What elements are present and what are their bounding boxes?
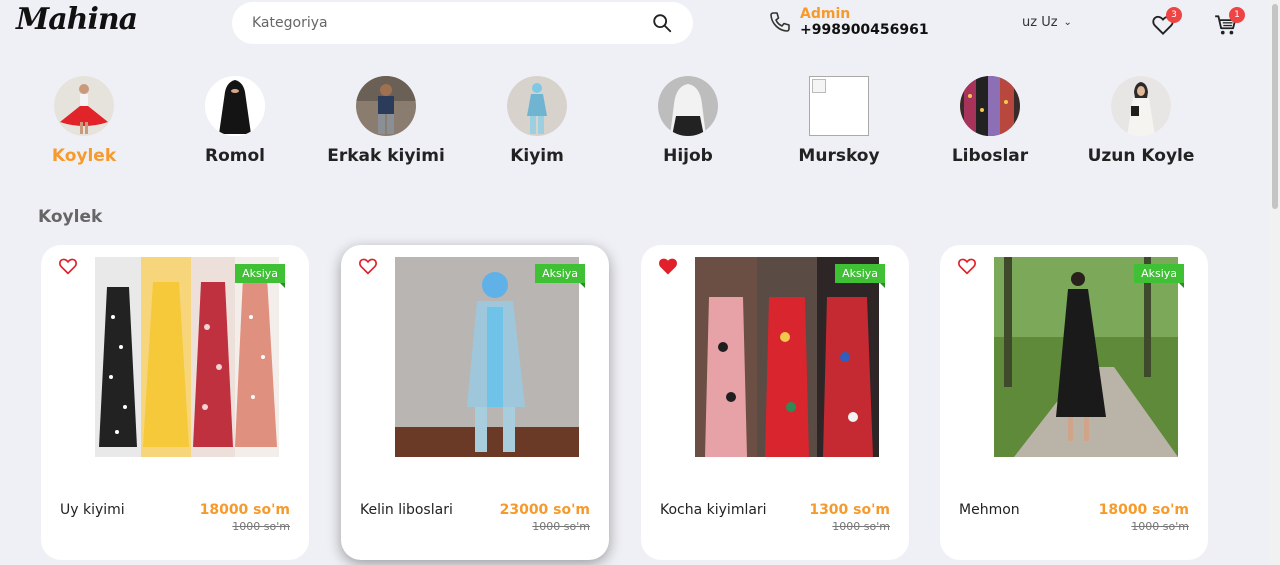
cart-button[interactable]: 1: [1213, 7, 1245, 38]
product-image[interactable]: [695, 257, 879, 457]
category-label: Romol: [205, 146, 265, 166]
search-icon[interactable]: [651, 12, 673, 34]
category-label: Hijob: [663, 146, 713, 166]
page-scrollbar[interactable]: [1270, 0, 1280, 565]
product-name[interactable]: Kocha kiyimlari: [660, 502, 767, 518]
product-name[interactable]: Mehmon: [959, 502, 1020, 518]
contact-info: Admin +998900456961: [768, 6, 929, 38]
category-uzun-koyle[interactable]: Uzun Koyle: [1061, 76, 1221, 166]
category-image: [54, 76, 114, 136]
product-old-price: 1000 so'm: [532, 520, 590, 533]
product-image[interactable]: [994, 257, 1178, 457]
wishlist-count-badge: 3: [1166, 7, 1182, 23]
heart-icon[interactable]: [957, 257, 977, 275]
promo-tag: Aksiya: [235, 264, 285, 288]
category-label: Murskoy: [798, 146, 880, 166]
category-image: [205, 76, 265, 136]
section-title: Koylek: [38, 207, 103, 227]
logo[interactable]: Mahina: [16, 2, 138, 37]
product-price: 18000 so'm: [1098, 502, 1189, 518]
category-label: Liboslar: [951, 146, 1029, 166]
product-image[interactable]: [395, 257, 579, 457]
category-hijob[interactable]: Hijob: [608, 76, 768, 166]
category-image: [1111, 76, 1171, 136]
heart-icon[interactable]: [58, 257, 78, 275]
product-card[interactable]: Aksiya Mehmon 18000 so'm 1000 so'm: [940, 245, 1208, 560]
category-list: Koylek Romol Erkak kiyimi Kiyim Hijob Mu…: [0, 76, 1260, 176]
product-price: 1300 so'm: [809, 502, 890, 518]
contact-name: Admin: [800, 6, 851, 22]
promo-tag: Aksiya: [1134, 264, 1184, 288]
category-kiyim[interactable]: Kiyim: [457, 76, 617, 166]
chevron-down-icon: ⌄: [1063, 17, 1072, 28]
promo-tag: Aksiya: [835, 264, 885, 288]
broken-image-icon: [809, 76, 869, 136]
product-card[interactable]: Aksiya Uy kiyimi 18000 so'm 1000 so'm: [41, 245, 309, 560]
wishlist-button[interactable]: 3: [1150, 7, 1182, 38]
product-old-price: 1000 so'm: [232, 520, 290, 533]
category-murskoy[interactable]: Murskoy: [759, 76, 919, 166]
phone-icon: [770, 12, 790, 32]
product-old-price: 1000 so'm: [832, 520, 890, 533]
category-image: [658, 76, 718, 136]
search-bar[interactable]: Kategoriya: [232, 2, 693, 44]
category-label: Koylek: [51, 146, 117, 166]
category-label: Erkak kiyimi: [327, 146, 445, 166]
product-price: 23000 so'm: [499, 502, 590, 518]
heart-icon-filled[interactable]: [658, 257, 678, 275]
promo-tag: Aksiya: [535, 264, 585, 288]
category-image: [507, 76, 567, 136]
product-card[interactable]: Aksiya Kocha kiyimlari 1300 so'm 1000 so…: [641, 245, 909, 560]
product-name[interactable]: Uy kiyimi: [60, 502, 125, 518]
category-image: [960, 76, 1020, 136]
category-erkak-kiyimi[interactable]: Erkak kiyimi: [306, 76, 466, 166]
category-liboslar[interactable]: Liboslar: [910, 76, 1070, 166]
category-koylek[interactable]: Koylek: [4, 76, 164, 166]
scrollbar-thumb[interactable]: [1272, 4, 1278, 209]
language-label: uz Uz: [1022, 15, 1058, 30]
product-image[interactable]: [95, 257, 279, 457]
search-input[interactable]: Kategoriya: [252, 15, 651, 31]
product-price: 18000 so'm: [199, 502, 290, 518]
product-name[interactable]: Kelin liboslari: [360, 502, 453, 518]
category-image: [356, 76, 416, 136]
product-old-price: 1000 so'm: [1131, 520, 1189, 533]
heart-icon[interactable]: [358, 257, 378, 275]
language-selector[interactable]: uz Uz ⌄: [1022, 15, 1072, 30]
product-card[interactable]: Aksiya Kelin liboslari 23000 so'm 1000 s…: [341, 245, 609, 560]
contact-phone[interactable]: +998900456961: [800, 22, 929, 38]
category-label: Kiyim: [510, 146, 564, 166]
cart-count-badge: 1: [1229, 7, 1245, 23]
category-label: Uzun Koyle: [1087, 146, 1195, 166]
category-romol[interactable]: Romol: [155, 76, 315, 166]
